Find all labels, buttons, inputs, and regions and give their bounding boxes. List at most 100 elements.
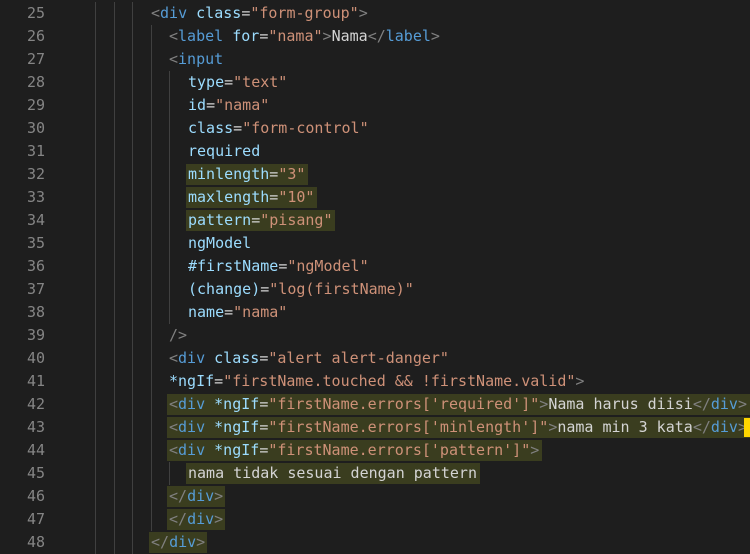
tag-token: div: [178, 418, 206, 436]
code-line[interactable]: 25 <div class="form-group">: [0, 2, 750, 25]
string-token: "form-control": [242, 119, 369, 137]
tag-token: div: [178, 395, 206, 413]
attribute-token: id: [188, 96, 207, 114]
code-line[interactable]: 37 (change)="log(firstName)": [0, 278, 750, 301]
code-line[interactable]: 44 <div *ngIf="firstName.errors['pattern'…: [0, 439, 750, 462]
line-number: 34: [26, 211, 45, 229]
code-line[interactable]: 41 *ngIf="firstName.touched && !firstName…: [0, 370, 750, 393]
code-line[interactable]: 27 <input: [0, 48, 750, 71]
indent-guide: [114, 163, 115, 186]
code-line[interactable]: 32 minlength="3": [0, 163, 750, 186]
string-token: "firstName.errors['required']": [268, 395, 540, 413]
indent-guide: [151, 439, 152, 462]
code-line[interactable]: 33 maxlength="10": [0, 186, 750, 209]
code-line[interactable]: 28 type="text": [0, 71, 750, 94]
indent-guide: [95, 393, 96, 416]
code-line[interactable]: 36 #firstName="ngModel": [0, 255, 750, 278]
code-line[interactable]: 29 id="nama": [0, 94, 750, 117]
code-content: </div>: [169, 485, 223, 508]
code-line[interactable]: 43 <div *ngIf="firstName.errors['minlengt…: [0, 416, 750, 439]
attribute-token: minlength: [188, 165, 270, 183]
indent-guide: [114, 255, 115, 278]
tag-token: div: [187, 510, 215, 528]
code-line[interactable]: 39 />: [0, 324, 750, 347]
indent-guide: [151, 462, 152, 485]
indent-guide: [95, 25, 96, 48]
indent-guide: [132, 301, 133, 324]
tag-token: div: [178, 441, 206, 459]
string-token: "log(firstName)": [269, 280, 414, 298]
line-number: 38: [26, 303, 45, 321]
indent-guide: [132, 2, 133, 25]
equals-token: =: [259, 418, 269, 436]
code-line[interactable]: 26 <label for="nama">Nama</label>: [0, 25, 750, 48]
code-line[interactable]: 40 <div class="alert alert-danger": [0, 347, 750, 370]
indent-guide: [95, 209, 96, 232]
punctuation-token: <: [169, 395, 179, 413]
punctuation-token: </: [151, 533, 170, 551]
indent-guide: [151, 301, 152, 324]
punctuation-token: >: [530, 441, 540, 459]
tag-token: label: [385, 27, 431, 45]
indent-guide: [114, 117, 115, 140]
indent-guide: [132, 508, 133, 531]
code-line[interactable]: 46 </div>: [0, 485, 750, 508]
text-token: Nama: [331, 27, 368, 45]
indent-guide: [114, 140, 115, 163]
punctuation-token: >: [539, 395, 549, 413]
code-line[interactable]: 34 pattern="pisang": [0, 209, 750, 232]
code-line[interactable]: 42 <div *ngIf="firstName.errors['required…: [0, 393, 750, 416]
code-line[interactable]: 31 required: [0, 140, 750, 163]
line-number: 46: [26, 487, 45, 505]
code-line[interactable]: 47 </div>: [0, 508, 750, 531]
indent-guide: [114, 531, 115, 554]
indent-guide: [114, 2, 115, 25]
indent-guide: [169, 301, 170, 324]
code-content: <div *ngIf="firstName.errors['required']…: [169, 393, 747, 416]
attribute-token: type: [188, 73, 225, 91]
attribute-token: (change): [188, 280, 261, 298]
punctuation-token: <: [169, 50, 179, 68]
indent-guide: [95, 531, 96, 554]
punctuation-token: <: [151, 4, 161, 22]
indent-guide: [169, 94, 170, 117]
indent-guide: [151, 94, 152, 117]
code-content: <input: [169, 48, 223, 71]
code-content: <div class="alert alert-danger": [169, 347, 449, 370]
indent-guide: [132, 531, 133, 554]
indent-guide: [132, 278, 133, 301]
indent-guide: [132, 209, 133, 232]
code-line[interactable]: 30 class="form-control": [0, 117, 750, 140]
line-number: 27: [26, 50, 45, 68]
equals-token: =: [269, 188, 279, 206]
indent-guide: [169, 209, 170, 232]
code-line[interactable]: 45 nama tidak sesuai dengan pattern: [0, 462, 750, 485]
indent-guide: [95, 163, 96, 186]
code-content: />: [169, 324, 187, 347]
text-token: nama tidak sesuai dengan pattern: [188, 464, 477, 482]
code-content: *ngIf="firstName.touched && !firstName.v…: [169, 370, 584, 393]
indent-guide: [132, 347, 133, 370]
equals-token: =: [233, 119, 243, 137]
code-editor[interactable]: 25 <div class="form-group"> 26 <label for="…: [0, 2, 750, 554]
equals-token: =: [206, 96, 216, 114]
code-line[interactable]: 38 name="nama": [0, 301, 750, 324]
indent-guide: [132, 117, 133, 140]
attribute-token: class: [196, 4, 242, 22]
equals-token: =: [259, 27, 269, 45]
punctuation-token: <: [169, 27, 179, 45]
indent-guide: [151, 370, 152, 393]
line-number: 48: [26, 533, 45, 551]
code-line[interactable]: 48 </div>: [0, 531, 750, 554]
indent-guide: [95, 301, 96, 324]
indent-guide: [169, 117, 170, 140]
indent-guide: [151, 278, 152, 301]
string-token: "firstName.errors['minlength']": [268, 418, 549, 436]
indent-guide: [151, 508, 152, 531]
indent-guide: [132, 370, 133, 393]
text-token: Nama harus diisi: [548, 395, 693, 413]
code-line[interactable]: 35 ngModel: [0, 232, 750, 255]
indent-guide: [95, 117, 96, 140]
string-token: "nama": [268, 27, 323, 45]
equals-token: =: [278, 257, 288, 275]
